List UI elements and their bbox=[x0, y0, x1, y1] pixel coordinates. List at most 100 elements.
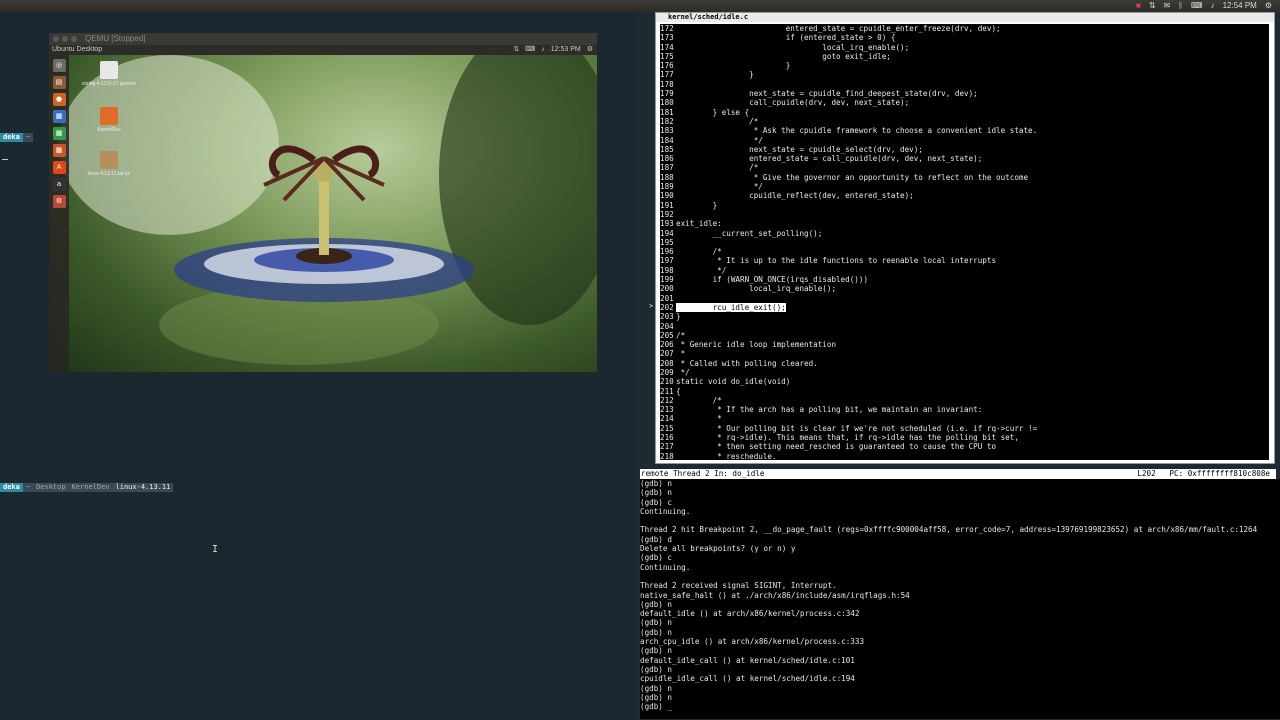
gdb-output-line: (gdb) n bbox=[640, 618, 673, 628]
line-number: 174 bbox=[660, 42, 674, 52]
line-text: cpuidle_reflect(dev, entered_state); bbox=[676, 191, 914, 201]
line-number: 180 bbox=[660, 98, 674, 108]
source-line: 201 bbox=[660, 294, 1269, 303]
line-text: /* bbox=[676, 163, 759, 173]
line-number: 209 bbox=[660, 367, 674, 377]
guest-desktop[interactable]: ◎ ▤ ● ▦ ▦ ▦ A a ⚙ config-4.13.0-37-gener… bbox=[49, 55, 597, 372]
calc-icon[interactable]: ▦ bbox=[52, 127, 66, 140]
line-text: * then setting need_resched is guarantee… bbox=[676, 442, 997, 452]
gdb-output-line: (gdb) n bbox=[640, 664, 673, 674]
source-window[interactable]: kernel/sched/idle.c 172 entered_state = … bbox=[655, 12, 1275, 464]
line-text: */ bbox=[676, 182, 763, 192]
source-line: 212 /* bbox=[660, 396, 1269, 405]
line-text: if (WARN_ON_ONCE(irqs_disabled())) bbox=[676, 275, 869, 285]
source-line: 179 next_state = cpuidle_find_deepest_st… bbox=[660, 89, 1269, 98]
source-code-view[interactable]: 172 entered_state = cpuidle_enter_freeze… bbox=[658, 22, 1271, 462]
line-number: 172 bbox=[660, 24, 674, 33]
desktop-icon-archive[interactable]: linux-4.13.11.tar.xz bbox=[79, 151, 139, 177]
qemu-window[interactable]: QEMU [Stopped] Ubuntu Desktop ⇅ ⌨ ♪ 12:5… bbox=[49, 33, 597, 372]
gdb-console[interactable]: (gdb) n (gdb) n (gdb) c Continuing. Thread 2… bbox=[640, 479, 1280, 719]
bluetooth-icon[interactable]: ᛒ bbox=[1178, 1, 1183, 11]
desktop-icon-label: KernelDev bbox=[97, 127, 121, 133]
impress-icon[interactable]: ▦ bbox=[52, 144, 66, 157]
line-text: */ bbox=[676, 265, 727, 275]
source-line: 204 bbox=[660, 322, 1269, 331]
firefox-icon[interactable]: ● bbox=[52, 93, 66, 106]
line-text: exit_idle: bbox=[676, 219, 722, 229]
gdb-output-line: (gdb) d bbox=[640, 534, 673, 544]
gdb-output-line: (gdb) n bbox=[640, 692, 673, 702]
amazon-icon[interactable]: a bbox=[52, 178, 66, 191]
record-icon[interactable]: ■ bbox=[1136, 1, 1141, 11]
source-file-title: kernel/sched/idle.c bbox=[656, 13, 1274, 22]
gdb-output-line: default_idle () at arch/x86/kernel/proce… bbox=[640, 609, 860, 619]
software-center-icon[interactable]: A bbox=[52, 161, 66, 174]
source-line: 218 * reschedule. bbox=[660, 452, 1269, 460]
source-line: 174 local_irq_enable(); bbox=[660, 43, 1269, 52]
source-line: 197 * It is up to the idle functions to … bbox=[660, 256, 1269, 265]
line-number: 187 bbox=[660, 163, 674, 173]
maximize-icon[interactable] bbox=[71, 36, 77, 42]
line-text: if (entered_state > 0) { bbox=[676, 33, 896, 43]
source-line: 213 * If the arch has a polling bit, we … bbox=[660, 405, 1269, 414]
qemu-titlebar[interactable]: QEMU [Stopped] bbox=[49, 33, 597, 45]
line-text: { bbox=[676, 386, 681, 396]
line-text: * Generic idle loop implementation bbox=[676, 340, 837, 350]
desktop-icon-config[interactable]: config-4.13.0-37-generic bbox=[79, 61, 139, 87]
line-number: 177 bbox=[660, 70, 674, 80]
source-line: 196 /* bbox=[660, 247, 1269, 256]
line-number: 217 bbox=[660, 442, 674, 452]
clock[interactable]: 12:54 PM bbox=[1223, 1, 1257, 11]
line-number: 216 bbox=[660, 433, 674, 443]
keyboard-icon[interactable]: ⌨ bbox=[525, 45, 535, 55]
close-icon[interactable] bbox=[53, 36, 59, 42]
line-number: 193 bbox=[660, 219, 674, 229]
source-line: 209 */ bbox=[660, 368, 1269, 377]
line-text: /* bbox=[676, 330, 686, 340]
sort-icon[interactable]: ⇅ bbox=[1149, 1, 1156, 11]
gdb-output-line: (gdb) n bbox=[640, 683, 673, 693]
mail-icon[interactable]: ✉ bbox=[1164, 1, 1171, 11]
network-icon[interactable]: ⇅ bbox=[513, 45, 519, 55]
desktop-icon-kerneldev[interactable]: KernelDev bbox=[79, 107, 139, 133]
line-text: /* bbox=[676, 395, 722, 405]
source-line: 207 * bbox=[660, 349, 1269, 358]
line-text: static void do_idle(void) bbox=[676, 377, 791, 387]
line-number: 201 bbox=[660, 293, 674, 303]
settings-icon[interactable]: ⚙ bbox=[52, 195, 66, 208]
ubuntu-dash-icon[interactable]: ◎ bbox=[52, 59, 66, 72]
gear-icon[interactable]: ⚙ bbox=[587, 45, 593, 55]
gear-icon[interactable]: ⚙ bbox=[1265, 1, 1272, 11]
guest-title: Ubuntu Desktop bbox=[52, 46, 103, 53]
source-line: 183 * Ask the cpuidle framework to choos… bbox=[660, 126, 1269, 135]
gdb-output-line: Thread 2 received signal SIGINT, Interru… bbox=[640, 581, 837, 591]
line-number: 206 bbox=[660, 340, 674, 350]
source-line: 189 */ bbox=[660, 182, 1269, 191]
path-segment: ~ bbox=[22, 483, 34, 492]
source-line: 203} bbox=[660, 312, 1269, 321]
status-thread: remote Thread 2 In: do_idle bbox=[641, 469, 765, 478]
line-number: 207 bbox=[660, 349, 674, 359]
archive-icon bbox=[100, 151, 118, 169]
files-icon[interactable]: ▤ bbox=[52, 76, 66, 89]
source-line: 180 call_cpuidle(drv, dev, next_state); bbox=[660, 98, 1269, 107]
minimize-icon[interactable] bbox=[62, 36, 68, 42]
writer-icon[interactable]: ▦ bbox=[52, 110, 66, 123]
volume-icon[interactable]: ♪ bbox=[1211, 1, 1215, 11]
line-text: } bbox=[676, 61, 791, 71]
gdb-output-line: (gdb) n bbox=[640, 646, 673, 656]
line-number: 184 bbox=[660, 135, 674, 145]
line-number: 173 bbox=[660, 33, 674, 43]
text-file-icon bbox=[100, 61, 118, 79]
guest-clock[interactable]: 12:53 PM bbox=[551, 45, 581, 55]
volume-icon[interactable]: ♪ bbox=[541, 45, 545, 55]
keyboard-icon[interactable]: ⌨ bbox=[1191, 1, 1203, 11]
line-number: 211 bbox=[660, 386, 674, 396]
source-line: 192 bbox=[660, 210, 1269, 219]
gdb-output-line: native_safe_halt () at ./arch/x86/includ… bbox=[640, 590, 910, 600]
source-line: 181 } else { bbox=[660, 108, 1269, 117]
terminal-cursor bbox=[2, 159, 8, 160]
line-number: 189 bbox=[660, 182, 674, 192]
gdb-output-line: default_idle_call () at kernel/sched/idl… bbox=[640, 655, 855, 665]
source-line: 195 bbox=[660, 238, 1269, 247]
